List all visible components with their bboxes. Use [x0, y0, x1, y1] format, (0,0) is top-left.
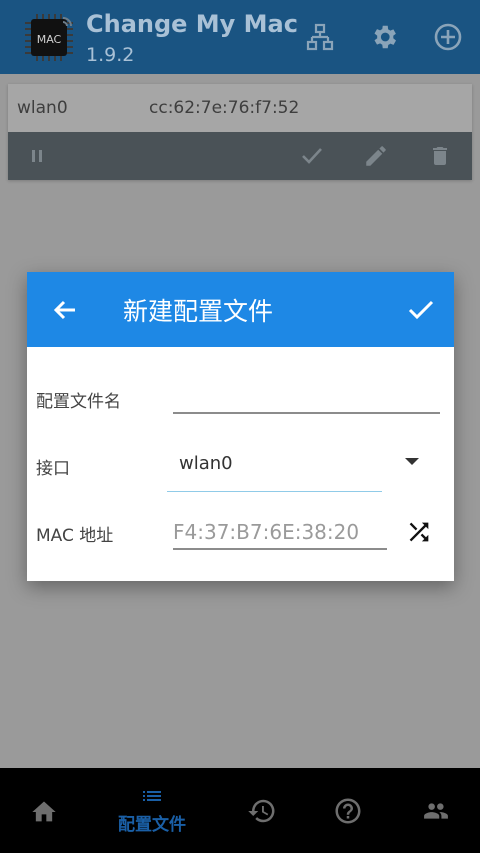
logo-text: MAC	[37, 33, 62, 46]
mac-address-input[interactable]	[173, 517, 387, 547]
history-icon	[248, 799, 275, 823]
interface-select[interactable]: wlan0	[179, 453, 233, 474]
profile-name-label: 配置文件名	[36, 392, 121, 412]
help-icon	[335, 798, 361, 824]
profiles-list-icon	[143, 791, 161, 801]
dropdown-arrow-icon[interactable]	[405, 458, 419, 465]
nav-history[interactable]	[245, 768, 279, 853]
app-bar: MAC Change My Mac 1.9.2	[0, 0, 480, 74]
nav-people[interactable]	[418, 768, 454, 853]
mac-address-label: MAC 地址	[36, 526, 114, 546]
nav-help[interactable]	[332, 768, 364, 853]
check-icon[interactable]	[297, 141, 327, 171]
interface-mac: cc:62:7e:76:f7:52	[149, 98, 300, 118]
profile-name-underline	[173, 412, 440, 414]
pause-icon[interactable]	[22, 141, 52, 171]
nav-home[interactable]	[24, 768, 64, 853]
pencil-icon[interactable]	[361, 141, 391, 171]
confirm-check-icon[interactable]	[405, 294, 437, 326]
mac-address-underline	[173, 548, 387, 550]
interface-label: 接口	[36, 459, 70, 479]
interface-card[interactable]: wlan0 cc:62:7e:76:f7:52	[8, 84, 472, 180]
new-profile-dialog: 新建配置文件 配置文件名 接口 wlan0 MAC 地址	[27, 272, 454, 581]
people-icon	[424, 803, 448, 819]
interface-name: wlan0	[17, 98, 68, 118]
add-circle-icon[interactable]	[431, 20, 465, 54]
trash-icon[interactable]	[425, 141, 455, 171]
shuffle-icon[interactable]	[405, 518, 433, 546]
app-logo: MAC	[25, 14, 73, 61]
interface-row[interactable]: wlan0 cc:62:7e:76:f7:52	[8, 84, 472, 132]
nav-profiles-label: 配置文件	[118, 815, 186, 835]
interface-underline	[167, 491, 382, 492]
nav-profiles[interactable]: 配置文件	[100, 768, 204, 853]
card-action-bar	[8, 132, 472, 180]
gear-icon[interactable]	[367, 20, 401, 54]
profile-name-input[interactable]	[173, 384, 440, 412]
bottom-navigation: 配置文件	[0, 768, 480, 853]
dialog-title: 新建配置文件	[123, 297, 274, 326]
app-version: 1.9.2	[86, 44, 135, 66]
network-icon[interactable]	[303, 20, 337, 54]
app-title: Change My Mac	[86, 10, 298, 38]
back-arrow-icon[interactable]	[49, 294, 81, 326]
dialog-header: 新建配置文件	[27, 272, 454, 347]
home-icon	[32, 801, 56, 822]
